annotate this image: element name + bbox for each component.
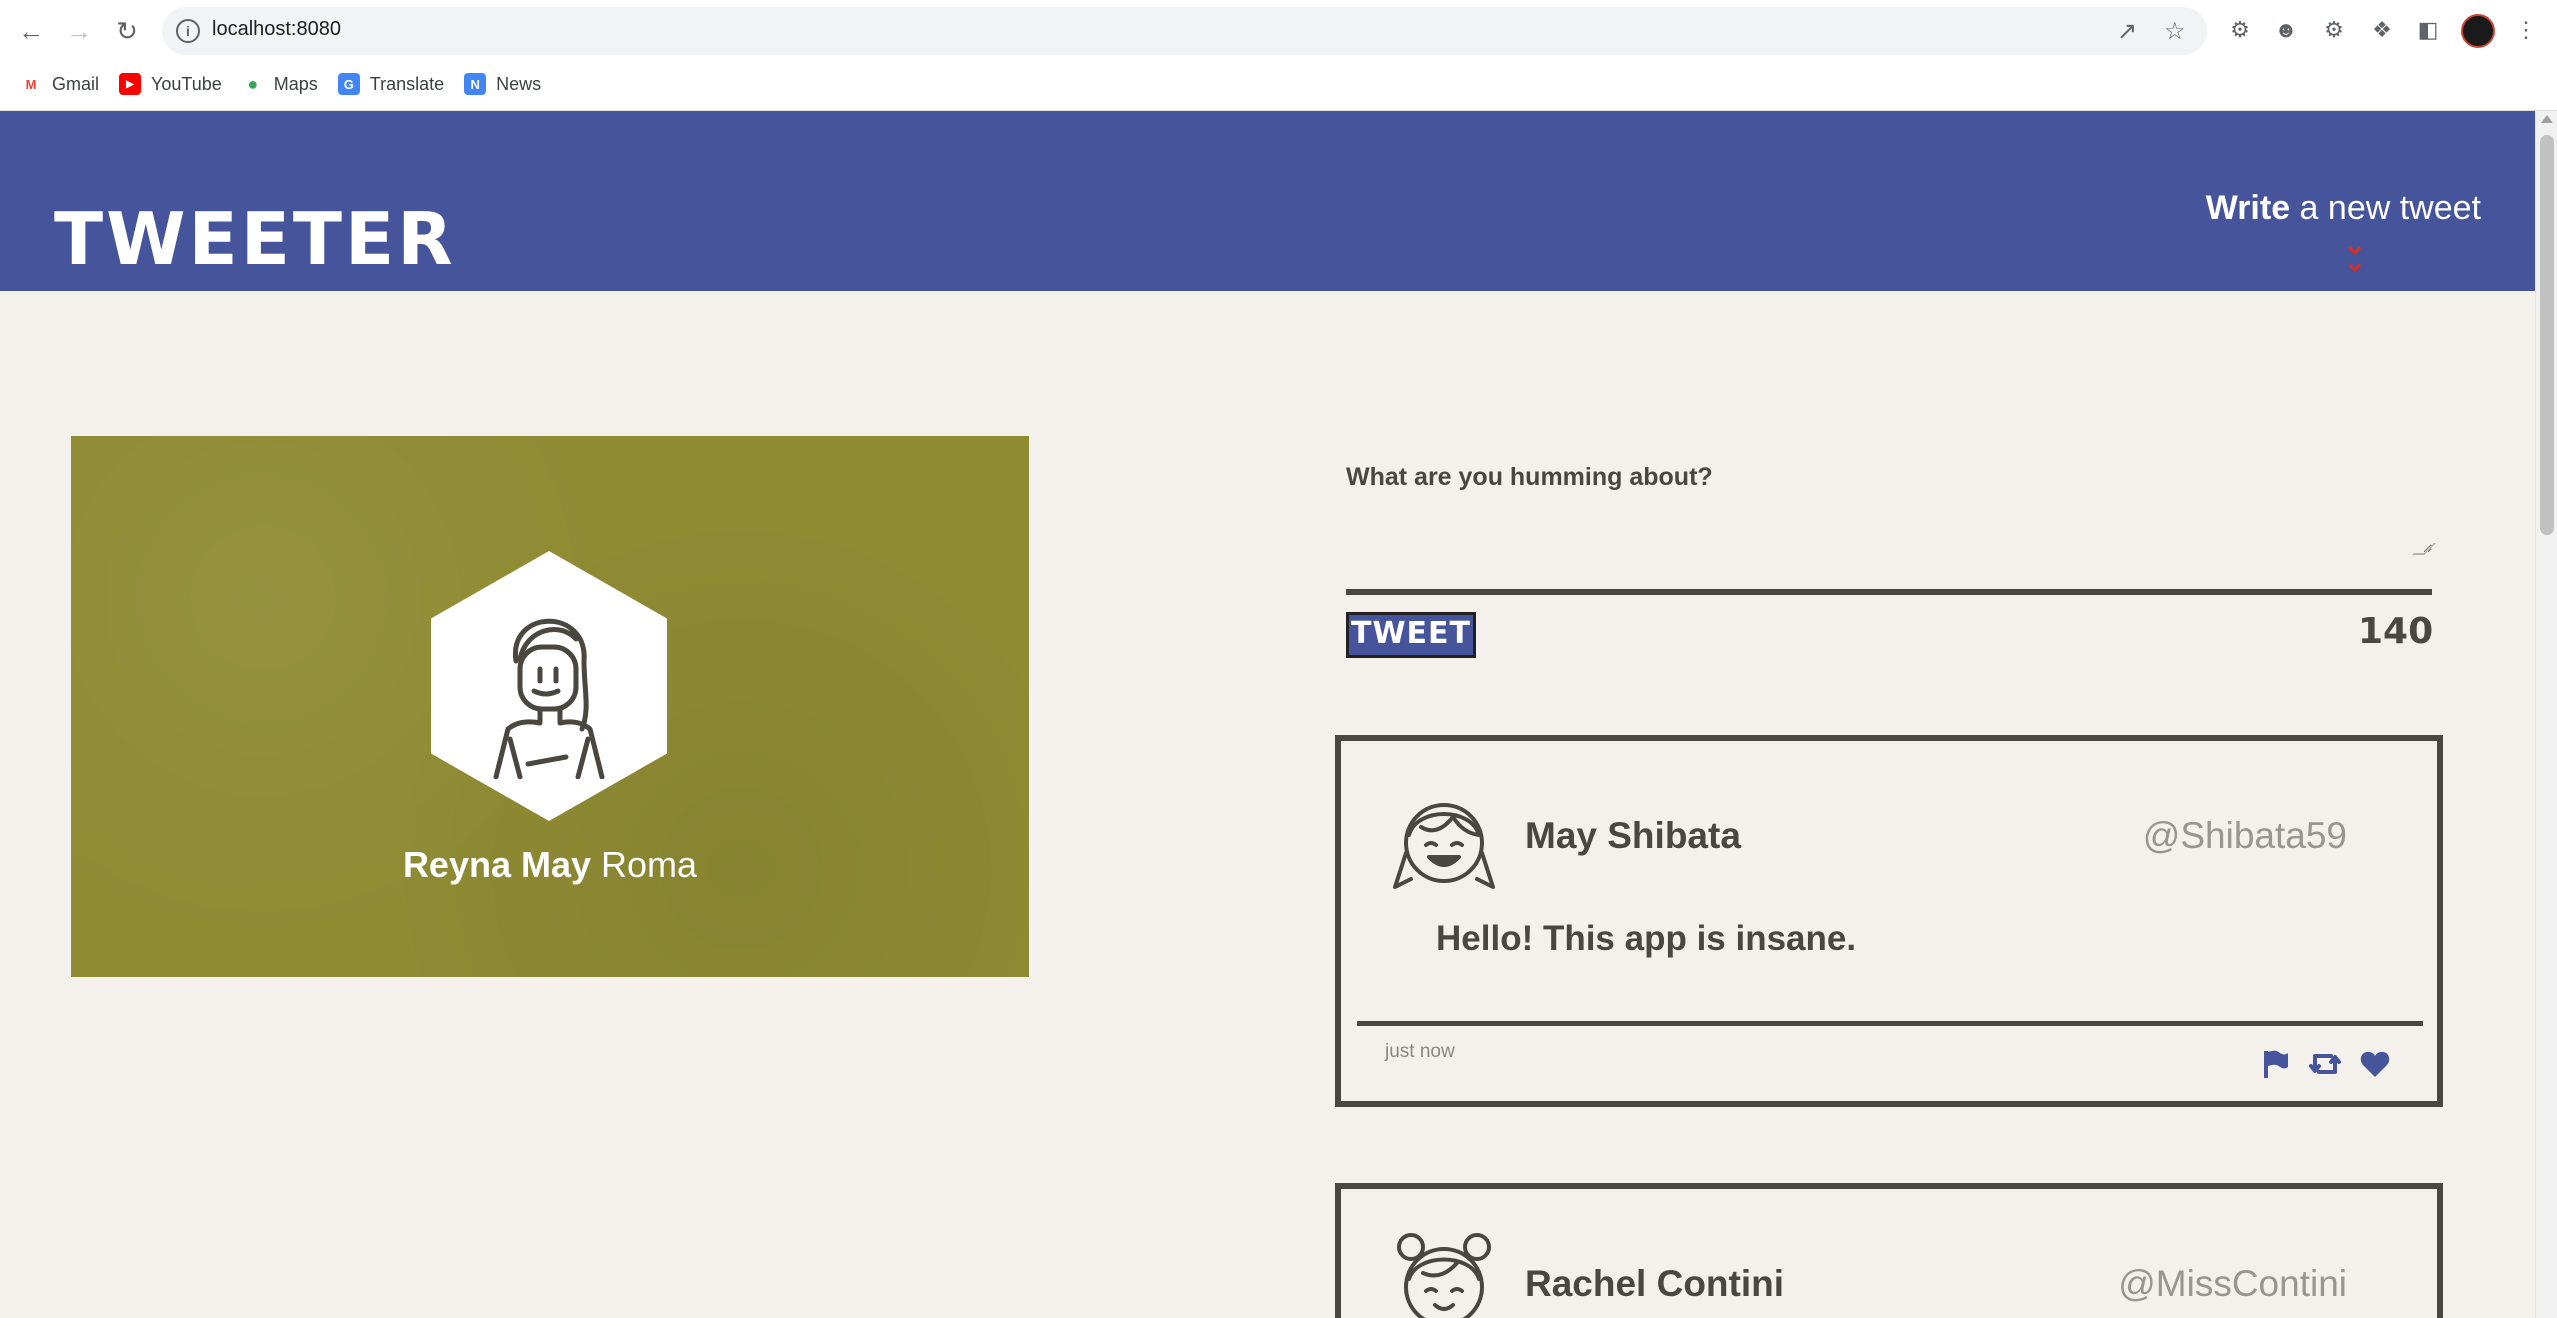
- bookmark-youtube[interactable]: ▶ YouTube: [119, 73, 222, 95]
- back-button[interactable]: ←: [14, 14, 48, 48]
- gmail-icon: M: [25, 76, 37, 92]
- profile-name: Reyna May Roma: [71, 844, 1029, 886]
- profile-card: Reyna May Roma: [71, 436, 1029, 977]
- site-info-icon[interactable]: i: [176, 19, 200, 43]
- bookmark-label: Translate: [369, 73, 445, 94]
- tweet-submit-button[interactable]: TWEET: [1346, 612, 1476, 658]
- tweet-card: May Shibata @Shibata59 Hello! This app i…: [1335, 735, 2443, 1107]
- browser-chrome: ← → ↻ i localhost:8080 ↗ ☆ ⚙ ☻ ⚙ ❖ ◧ ⋮ M…: [0, 0, 2557, 111]
- bookmark-news[interactable]: N News: [464, 73, 541, 95]
- tweet-author-handle: @Shibata59: [2142, 815, 2347, 856]
- woman-avatar-icon: [493, 618, 605, 779]
- double-chevron-down-icon[interactable]: ⌄ ⌄: [2343, 231, 2366, 275]
- url-text: localhost:8080: [212, 18, 341, 40]
- tweet-divider: [1357, 1021, 2423, 1026]
- translate-icon: G: [337, 73, 360, 95]
- heart-icon[interactable]: [2358, 1047, 2392, 1081]
- vertical-scrollbar[interactable]: [2535, 111, 2557, 1318]
- profile-first-name: Reyna May: [402, 844, 592, 885]
- bookmark-label: Maps: [273, 73, 318, 94]
- tweet-text-input[interactable]: [1346, 503, 2432, 553]
- bookmark-gmail[interactable]: M Gmail: [20, 73, 99, 95]
- news-icon: N: [464, 73, 487, 95]
- write-new-tweet-link[interactable]: Write a new tweet: [2206, 189, 2481, 228]
- bookmark-translate[interactable]: G Translate: [337, 73, 445, 95]
- bookmark-label: Gmail: [52, 73, 100, 94]
- bookmark-label: YouTube: [151, 73, 222, 94]
- tweet-author-name: Rachel Contini: [1525, 1263, 1785, 1304]
- brand-logo: TWEETER: [54, 197, 456, 281]
- tweet-content: Hello! This app is insane.: [1436, 919, 1857, 958]
- new-tweet-form: What are you humming about?: [1346, 463, 2436, 555]
- character-counter: 140: [2358, 611, 2434, 652]
- flag-icon[interactable]: [2258, 1047, 2292, 1081]
- bookmark-label: News: [496, 73, 542, 94]
- tweet-timestamp: just now: [1385, 1041, 1455, 1062]
- extensions-puzzle-icon[interactable]: ❖: [2366, 14, 2398, 46]
- tweet-card: Rachel Contini @MissContini: [1335, 1183, 2443, 1318]
- menu-kebab-icon[interactable]: ⋮: [2510, 14, 2542, 46]
- tweet-author-name: May Shibata: [1525, 815, 1741, 856]
- bookmarks-bar: M Gmail ▶ YouTube ● Maps G Translate N N…: [0, 66, 541, 102]
- top-navbar: TWEETER Write a new tweet ⌄ ⌄: [0, 111, 2535, 291]
- tweet-actions: [2258, 1047, 2392, 1081]
- reload-button[interactable]: ↻: [110, 14, 144, 48]
- page: TWEETER Write a new tweet ⌄ ⌄ Reyna May …: [0, 111, 2535, 1318]
- compose-bold-text: Write: [2205, 189, 2291, 227]
- maps-icon: ●: [247, 73, 259, 94]
- new-tweet-label: What are you humming about?: [1346, 463, 1713, 491]
- profile-avatar-hexagon: [431, 551, 667, 821]
- forward-button[interactable]: →: [62, 14, 96, 48]
- bookmark-maps[interactable]: ● Maps: [242, 73, 318, 95]
- side-panel-icon[interactable]: ◧: [2412, 14, 2444, 46]
- tweet-author-handle: @MissContini: [2118, 1263, 2347, 1304]
- extension-gear-icon[interactable]: ⚙: [2224, 14, 2256, 46]
- bookmark-star-icon[interactable]: ☆: [2164, 17, 2186, 46]
- profile-last-name: Roma: [591, 844, 698, 885]
- compose-rest-text: a new tweet: [2290, 189, 2481, 227]
- retweet-icon[interactable]: [2308, 1047, 2342, 1081]
- scroll-up-arrow[interactable]: [2541, 115, 2553, 123]
- extension-face-icon[interactable]: ☻: [2270, 14, 2302, 46]
- profile-avatar[interactable]: [2461, 14, 2495, 48]
- share-icon[interactable]: ↗: [2117, 17, 2137, 46]
- extension-settings-icon[interactable]: ⚙: [2318, 14, 2350, 46]
- girl-avatar-icon: [1393, 803, 1495, 889]
- youtube-icon: ▶: [119, 73, 142, 95]
- girl-buns-avatar-icon: [1397, 1233, 1491, 1318]
- address-bar[interactable]: i localhost:8080 ↗ ☆: [162, 7, 2207, 55]
- scrollbar-thumb[interactable]: [2540, 135, 2554, 535]
- new-tweet-underline: [1346, 589, 2432, 595]
